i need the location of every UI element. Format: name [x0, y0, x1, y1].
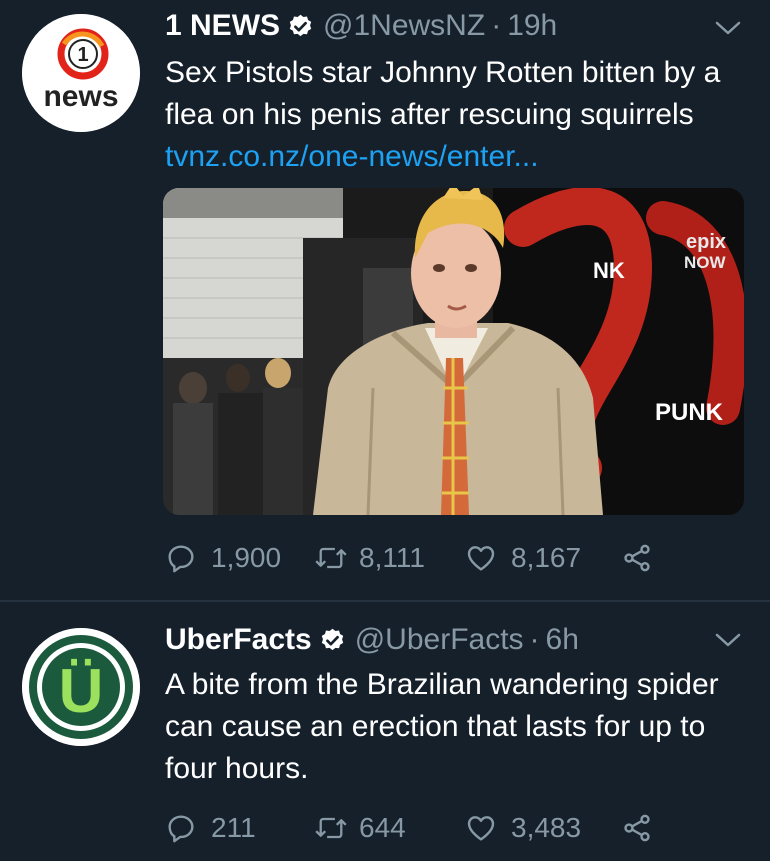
retweet-icon: [315, 817, 347, 839]
heart-icon: [467, 816, 495, 841]
avatar-1news[interactable]: 1 news: [22, 14, 140, 132]
reply-count: 1,900: [211, 542, 282, 573]
tweet-actions: 211 644 3,483: [165, 808, 725, 848]
tweet-header: 1 NEWS @1NewsNZ · 19h: [165, 6, 557, 46]
backdrop-text: PUNK: [655, 399, 724, 426]
tweet-text: A bite from the Brazilian wandering spid…: [165, 668, 719, 785]
timestamp[interactable]: 6h: [546, 623, 579, 657]
avatar-uberfacts[interactable]: Ü: [22, 628, 140, 746]
verified-badge-icon: [287, 13, 314, 40]
logo-letter: Ü: [59, 657, 104, 726]
photo-man-blonde-hair-beige-jacket-icon: NK PUNK epix NOW: [163, 188, 744, 515]
tweet-body: Sex Pistols star Johnny Rotten bitten by…: [165, 56, 721, 131]
tweet-1news[interactable]: 1 news 1 NEWS @1NewsNZ · 19h Sex Pistols…: [0, 0, 770, 600]
like-count: 8,167: [511, 542, 582, 573]
1news-logo-icon: 1 news: [22, 14, 140, 132]
reply-button[interactable]: 1,900: [165, 538, 281, 578]
tweet-uberfacts[interactable]: Ü UberFacts @UberFacts · 6h A bite from …: [0, 602, 770, 861]
display-name[interactable]: UberFacts: [165, 623, 312, 657]
reply-count: 211: [211, 812, 256, 843]
reply-icon: [168, 815, 194, 843]
display-name[interactable]: 1 NEWS: [165, 9, 280, 43]
retweet-button[interactable]: 8,111: [313, 538, 425, 578]
retweet-count: 644: [359, 812, 406, 843]
logo-word: news: [43, 80, 118, 113]
share-button[interactable]: [621, 538, 653, 578]
retweet-count: 8,111: [359, 542, 425, 573]
timestamp[interactable]: 19h: [507, 9, 557, 43]
verified-badge-icon: [319, 627, 346, 654]
tweet-text: Sex Pistols star Johnny Rotten bitten by…: [165, 52, 750, 178]
reply-icon: [168, 545, 194, 573]
backdrop-text: NK: [593, 258, 625, 283]
handle[interactable]: @1NewsNZ: [323, 9, 485, 43]
tweet-link[interactable]: tvnz.co.nz/one-news/enter...: [165, 140, 539, 173]
share-icon: [624, 814, 650, 842]
backdrop-logo: epix: [686, 231, 726, 253]
share-button[interactable]: [621, 808, 653, 848]
tweet-actions: 1,900 8,111 8,167: [165, 538, 725, 578]
tweet-header: UberFacts @UberFacts · 6h: [165, 620, 579, 660]
heart-icon: [467, 546, 495, 571]
like-button[interactable]: 8,167: [465, 538, 581, 578]
reply-button[interactable]: 211: [165, 808, 256, 848]
logo-number: 1: [77, 44, 88, 66]
separator-dot: ·: [529, 623, 540, 656]
retweet-button[interactable]: 644: [313, 808, 406, 848]
retweet-icon: [315, 547, 347, 569]
uberfacts-logo-icon: Ü: [22, 628, 140, 746]
like-button[interactable]: 3,483: [465, 808, 581, 848]
handle[interactable]: @UberFacts: [355, 623, 524, 657]
chevron-down-icon[interactable]: [713, 630, 743, 650]
backdrop-logo: NOW: [684, 253, 727, 272]
share-icon: [624, 544, 650, 572]
tweet-photo[interactable]: NK PUNK epix NOW: [163, 188, 744, 515]
separator-dot: ·: [491, 9, 502, 42]
chevron-down-icon[interactable]: [713, 18, 743, 38]
like-count: 3,483: [511, 812, 582, 843]
